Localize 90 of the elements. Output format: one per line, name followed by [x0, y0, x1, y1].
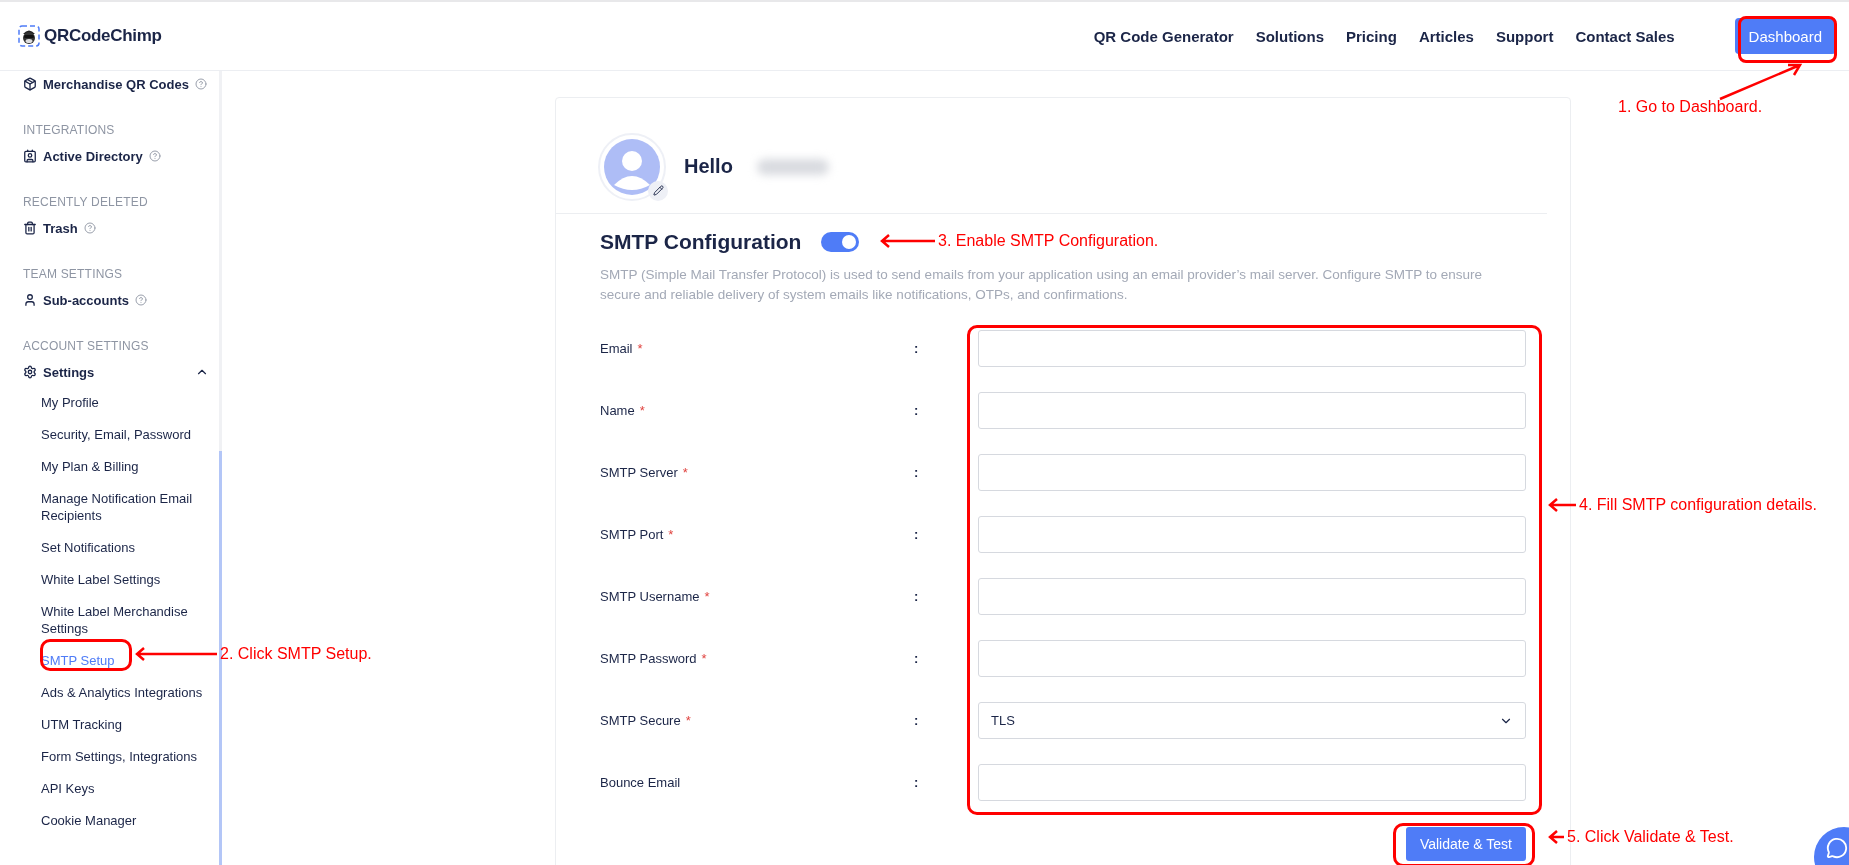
greeting: Hello	[684, 155, 733, 178]
field-label: SMTP Port	[600, 527, 664, 542]
field-label: SMTP Username	[600, 589, 700, 604]
nav-link[interactable]: Solutions	[1255, 27, 1324, 45]
required-mark: *	[685, 713, 691, 728]
section-heading: TEAM SETTINGS	[23, 267, 124, 281]
toggle-switch[interactable]	[821, 232, 860, 252]
sidebar-item[interactable]: Sub-accounts	[23, 291, 219, 309]
box-icon	[23, 77, 37, 91]
nav-link[interactable]: Support	[1495, 27, 1554, 45]
submenu-item[interactable]: UTM Tracking	[23, 709, 203, 741]
submenu-item[interactable]: White Label Merchandise Settings	[23, 596, 203, 645]
required-mark: *	[704, 589, 710, 604]
section-heading: RECENTLY DELETED	[23, 195, 149, 209]
sidebar-item[interactable]: Trash	[23, 219, 219, 237]
sidebar-item[interactable]: Active Directory	[23, 147, 219, 165]
submenu-item[interactable]: SMTP Setup	[23, 645, 203, 677]
colon: :	[914, 341, 920, 356]
nav-link[interactable]: Pricing	[1346, 27, 1397, 45]
settings-icon	[23, 365, 37, 379]
chat-icon	[1826, 837, 1848, 859]
contact-card-icon	[23, 149, 37, 163]
help-icon[interactable]	[134, 294, 147, 306]
description: SMTP (Simple Mail Transfer Protocol) is used to send emails from your application using an email provider’s mail server. Configure SMTP to ensure secure and reliable delivery of system emails like notifications, OTPs, and confirmations.	[600, 266, 1484, 304]
user-icon	[23, 293, 37, 307]
arrow-icon	[135, 647, 217, 661]
required-mark: *	[682, 465, 688, 480]
field-label: Bounce Email	[600, 775, 681, 790]
colon: :	[914, 589, 920, 604]
person-icon	[604, 138, 660, 195]
arrow-icon	[880, 234, 935, 248]
annotation-text: 5. Click Validate & Test.	[1567, 828, 1734, 846]
arrow-icon	[1718, 62, 1804, 102]
annotation-text: 3. Enable SMTP Configuration.	[938, 232, 1159, 250]
input-field[interactable]	[978, 640, 1526, 677]
section-title: SMTP Configuration	[600, 230, 802, 254]
pencil-icon[interactable]	[652, 185, 664, 196]
colon: :	[914, 651, 920, 666]
input-field[interactable]	[978, 454, 1526, 491]
submenu-item[interactable]: API Keys	[23, 773, 203, 805]
input-field[interactable]	[978, 764, 1526, 801]
select-field[interactable]: TLS	[978, 702, 1526, 739]
colon: :	[914, 713, 920, 728]
submenu-item[interactable]: My Plan & Billing	[23, 451, 203, 483]
nav-link[interactable]: QR Code Generator	[1093, 27, 1234, 45]
required-mark: *	[637, 341, 643, 356]
colon: :	[914, 465, 920, 480]
input-field[interactable]	[978, 330, 1526, 367]
nav-link[interactable]: Contact Sales	[1575, 27, 1675, 45]
input-field[interactable]	[978, 392, 1526, 429]
annotation-text: 2. Click SMTP Setup.	[220, 645, 372, 663]
required-mark: *	[701, 651, 707, 666]
submenu-item[interactable]: Form Settings, Integrations	[23, 741, 203, 773]
scrollbar-thumb[interactable]	[219, 451, 222, 865]
help-icon[interactable]	[83, 222, 96, 234]
submenu-item[interactable]: Cookie Manager	[23, 805, 203, 837]
nav-link[interactable]: Articles	[1418, 27, 1474, 45]
colon: :	[914, 527, 920, 542]
validate-test-button[interactable]: Validate & Test	[1405, 827, 1526, 861]
field-label: SMTP Secure	[600, 713, 681, 728]
required-mark: *	[668, 527, 674, 542]
dashboard-button[interactable]: Dashboard	[1734, 18, 1836, 54]
input-field[interactable]	[978, 578, 1526, 615]
submenu-item[interactable]: White Label Settings	[23, 564, 203, 596]
field-label: Name	[600, 403, 635, 418]
required-mark: *	[639, 403, 645, 418]
trash-icon	[23, 221, 37, 235]
section-heading: ACCOUNT SETTINGS	[23, 339, 150, 353]
sidebar-item[interactable]: Settings	[23, 363, 219, 381]
colon: :	[914, 403, 920, 418]
field-label: Email	[600, 341, 633, 356]
section-heading: INTEGRATIONS	[23, 123, 116, 137]
monkey-logo-icon	[18, 25, 40, 47]
sidebar-item[interactable]: Merchandise QR Codes	[23, 75, 219, 93]
field-label: SMTP Server	[600, 465, 678, 480]
annotation-text: 4. Fill SMTP configuration details.	[1579, 496, 1818, 514]
submenu-item[interactable]: Manage Notification Email Recipients	[23, 483, 203, 532]
submenu-item[interactable]: Ads & Analytics Integrations	[23, 677, 203, 709]
submenu-item[interactable]: My Profile	[23, 387, 203, 419]
submenu-item[interactable]: Set Notifications	[23, 532, 203, 564]
submenu-item[interactable]: Security, Email, Password	[23, 419, 203, 451]
colon: :	[914, 775, 920, 790]
help-icon[interactable]	[194, 78, 207, 90]
annotation-text: 1. Go to Dashboard.	[1618, 98, 1763, 116]
field-label: SMTP Password	[600, 651, 697, 666]
logo-text[interactable]: QRCodeChimp	[44, 26, 162, 46]
input-field[interactable]	[978, 516, 1526, 553]
arrow-icon	[1548, 498, 1576, 512]
arrow-icon	[1548, 830, 1564, 844]
help-icon[interactable]	[148, 150, 161, 162]
